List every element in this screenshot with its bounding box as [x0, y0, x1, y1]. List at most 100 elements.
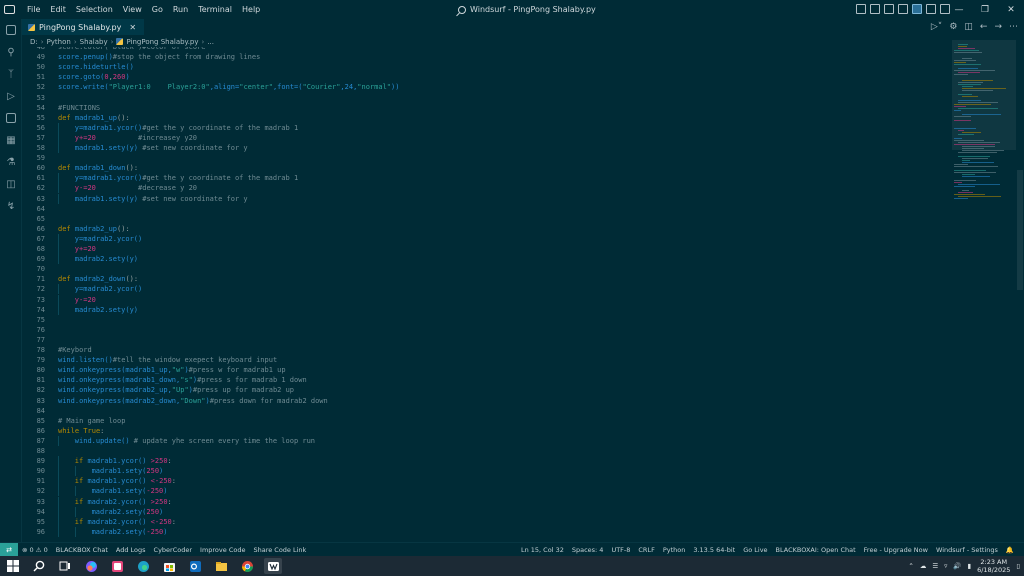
code-line[interactable]: 69 madrab2.sety(y)	[22, 254, 952, 265]
menu-terminal[interactable]: Terminal	[193, 0, 237, 19]
status-encoding[interactable]: UTF-8	[607, 546, 634, 554]
more-actions-icon[interactable]: ⋯	[1009, 22, 1018, 32]
code-line[interactable]: 86 while True:	[22, 426, 952, 436]
menu-run[interactable]: Run	[168, 0, 193, 19]
code-line[interactable]: 56 y=madrab1.ycor()#get the y coordinate …	[22, 122, 952, 133]
code-line[interactable]: 76	[22, 325, 952, 335]
taskbar-clock[interactable]: 2:23 AM 6/18/2025	[977, 558, 1010, 574]
problems-indicator[interactable]: ⊗ 0 ⚠ 0	[18, 546, 52, 554]
windsurf-icon[interactable]: ↯	[0, 195, 22, 217]
code-line[interactable]: 64	[22, 204, 952, 214]
status-improve-code[interactable]: Improve Code	[196, 546, 249, 554]
menu-selection[interactable]: Selection	[71, 0, 118, 19]
code-line[interactable]: 57 y+=20 #increasey y20	[22, 132, 952, 143]
code-editor[interactable]: 48 score.color("black")#color of score 49 s…	[22, 47, 952, 542]
editor-scrollbar[interactable]	[1016, 40, 1024, 542]
run-debug-icon[interactable]: ▷	[0, 85, 22, 107]
code-line[interactable]: 83 wind.onkeypress(madrab2_down,"Down")#p…	[22, 396, 952, 406]
status-indentation[interactable]: Spaces: 4	[568, 546, 608, 554]
settings-icon[interactable]: ⚙	[949, 22, 957, 32]
breadcrumb-drive[interactable]: D:	[30, 38, 38, 46]
code-line[interactable]: 55 def madrab1_up():	[22, 113, 952, 123]
menu-help[interactable]: Help	[237, 0, 265, 19]
testing-icon[interactable]: ⚗	[0, 151, 22, 173]
status-go-live[interactable]: Go Live	[739, 546, 771, 554]
windows-start-icon[interactable]	[4, 558, 22, 574]
menu-file[interactable]: File	[22, 0, 45, 19]
show-hidden-icons-icon[interactable]: ⌃	[908, 562, 913, 570]
status-blackboxai-open-chat[interactable]: BLACKBOXAI: Open Chat	[772, 546, 860, 554]
photos-app-icon[interactable]	[108, 558, 126, 574]
code-line[interactable]: 95 if madrab2.ycor() <-250:	[22, 516, 952, 527]
file-explorer-icon[interactable]	[212, 558, 230, 574]
toggle-panel-icon[interactable]	[884, 4, 894, 14]
task-view-icon[interactable]	[56, 558, 74, 574]
language-icon[interactable]: ☰	[932, 562, 938, 570]
wifi-icon[interactable]: ▿	[944, 562, 947, 570]
chrome-icon[interactable]	[238, 558, 256, 574]
code-line[interactable]: 78 #Keybord	[22, 345, 952, 355]
volume-icon[interactable]: 🔊	[953, 562, 961, 570]
minimap[interactable]	[952, 40, 1016, 542]
code-line[interactable]: 50 score.hideturtle()	[22, 62, 952, 72]
status-interpreter[interactable]: 3.13.5 64-bit	[689, 546, 739, 554]
close-icon[interactable]: ✕	[998, 0, 1024, 19]
status-upgrade[interactable]: Free - Upgrade Now	[860, 546, 932, 554]
code-line[interactable]: 82 wind.onkeypress(madrab2_up,"Up")#press…	[22, 385, 952, 395]
code-line[interactable]: 85 # Main game loop	[22, 416, 952, 426]
status-windsurf-settings[interactable]: Windsurf - Settings	[932, 546, 1002, 554]
code-line[interactable]: 58 madrab1.sety(y) #set new coordinate fo…	[22, 143, 952, 154]
menu-go[interactable]: Go	[147, 0, 168, 19]
code-line[interactable]: 66 def madrab2_up():	[22, 224, 952, 234]
command-center[interactable]: Windsurf - PingPong Shalaby.py	[458, 0, 596, 19]
battery-icon[interactable]: ▮	[968, 562, 972, 570]
code-line[interactable]: 87 wind.update() # update yhe screen ever…	[22, 435, 952, 446]
minimize-icon[interactable]: —	[946, 0, 972, 19]
copilot-icon[interactable]	[82, 558, 100, 574]
run-python-icon[interactable]: ▷˅	[931, 22, 942, 32]
toggle-secondary-sidebar-icon[interactable]	[898, 4, 908, 14]
remote-indicator-icon[interactable]: ⇄	[0, 542, 18, 557]
code-line[interactable]: 93 if madrab2.ycor() >250:	[22, 496, 952, 507]
code-line[interactable]: 51 score.goto(0,260)	[22, 72, 952, 82]
code-line[interactable]: 68 y+=20	[22, 244, 952, 255]
explorer-icon[interactable]	[0, 19, 22, 41]
tab-pingpong-shalaby[interactable]: PingPong Shalaby.py ✕	[22, 19, 145, 35]
code-line[interactable]: 67 y=madrab2.ycor()	[22, 233, 952, 244]
code-line[interactable]: 88	[22, 446, 952, 456]
code-line[interactable]: 75	[22, 315, 952, 325]
close-tab-icon[interactable]: ✕	[129, 23, 136, 32]
code-line[interactable]: 53	[22, 93, 952, 103]
code-line[interactable]: 90 madrab1.sety(250)	[22, 466, 952, 477]
code-line[interactable]: 65	[22, 214, 952, 224]
windsurf-taskbar-icon[interactable]	[264, 558, 282, 574]
navigate-forward-icon[interactable]: →	[994, 22, 1002, 32]
status-blackbox-chat[interactable]: BLACKBOX Chat	[52, 546, 112, 554]
breadcrumb-file[interactable]: PingPong Shalaby.py	[126, 38, 198, 46]
toggle-sidebar-icon[interactable]	[870, 4, 880, 14]
code-line[interactable]: 92 madrab1.sety(-250)	[22, 486, 952, 497]
microsoft-store-icon[interactable]	[160, 558, 178, 574]
split-editor-icon[interactable]: ◫	[964, 22, 973, 32]
remote-icon[interactable]	[0, 107, 22, 129]
search-icon[interactable]: ⚲	[0, 41, 22, 63]
menu-view[interactable]: View	[118, 0, 147, 19]
code-line[interactable]: 72 y=madrab2.ycor()	[22, 284, 952, 295]
windsurf-logo-icon[interactable]	[0, 0, 19, 19]
code-line[interactable]: 89 if madrab1.ycor() >250:	[22, 456, 952, 467]
breadcrumb-python[interactable]: Python	[47, 38, 71, 46]
code-line[interactable]: 79 wind.listen()#tell the window exepect …	[22, 355, 952, 365]
code-line[interactable]: 63 madrab1.sety(y) #set new coordinate fo…	[22, 193, 952, 204]
outlook-icon[interactable]	[186, 558, 204, 574]
menu-edit[interactable]: Edit	[45, 0, 71, 19]
code-line[interactable]: 71 def madrab2_down():	[22, 274, 952, 284]
edge-browser-icon[interactable]	[134, 558, 152, 574]
breadcrumb-more[interactable]: ...	[207, 38, 214, 46]
cascade-icon[interactable]	[912, 4, 922, 14]
code-line[interactable]: 91 if madrab1.ycor() <-250:	[22, 476, 952, 487]
code-line[interactable]: 84	[22, 406, 952, 416]
breadcrumb-shalaby[interactable]: Shalaby	[80, 38, 108, 46]
code-line[interactable]: 80 wind.onkeypress(madrab1_up,"w")#press …	[22, 365, 952, 375]
restore-icon[interactable]: ❐	[972, 0, 998, 19]
chat-icon[interactable]: ◫	[0, 173, 22, 195]
